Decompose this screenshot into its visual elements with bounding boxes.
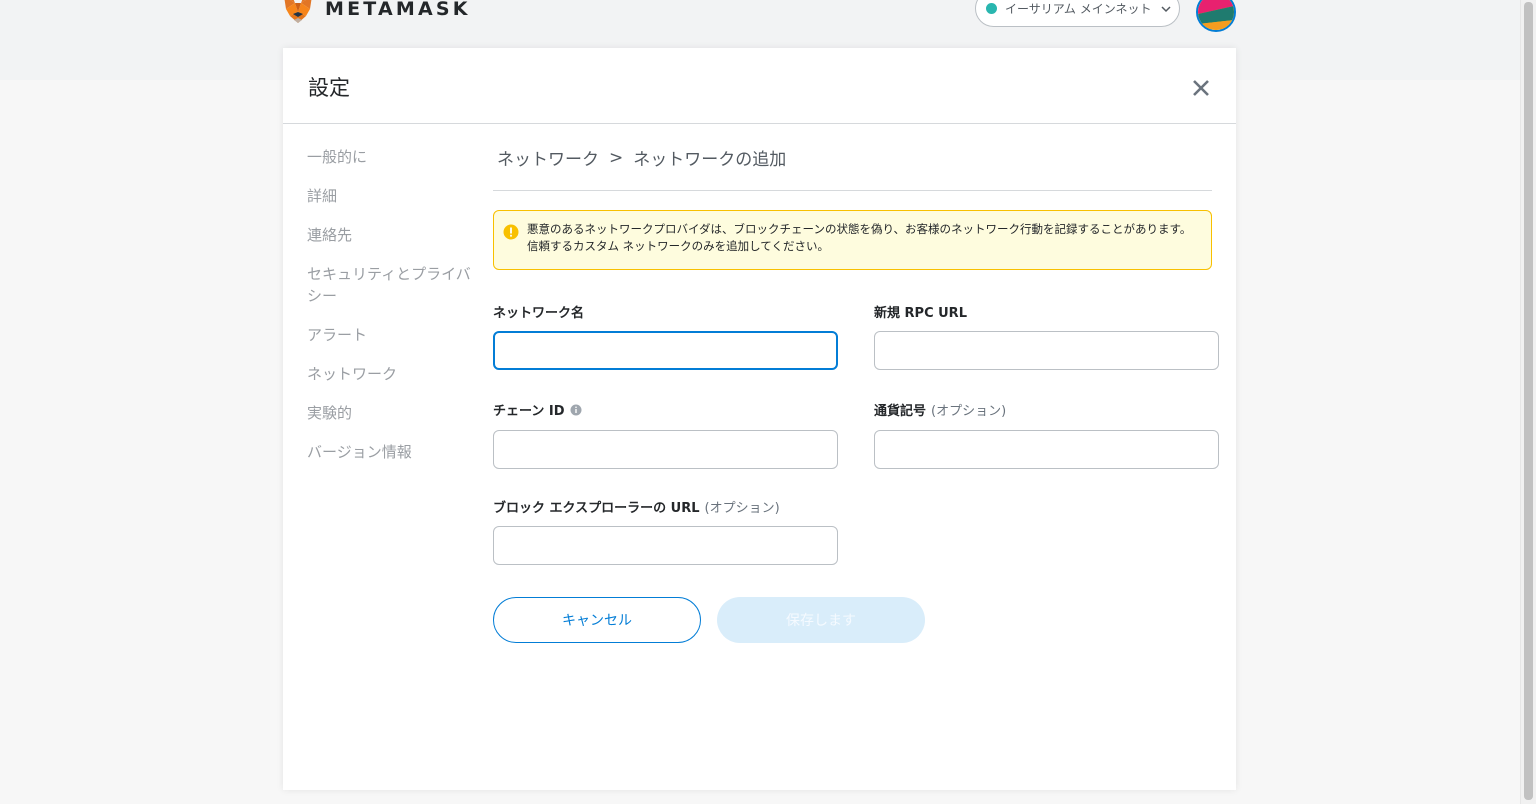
sidebar-item-contacts[interactable]: 連絡先 xyxy=(307,224,482,246)
breadcrumb-parent[interactable]: ネットワーク xyxy=(497,145,599,170)
rpc-url-input[interactable] xyxy=(874,331,1219,370)
warning-icon xyxy=(503,224,519,240)
explorer-url-input[interactable] xyxy=(493,526,838,565)
rpc-url-label: 新規 RPC URL xyxy=(874,302,967,321)
close-icon[interactable] xyxy=(1189,76,1213,100)
page-scrollbar[interactable] xyxy=(1520,0,1536,804)
network-name: イーサリアム メインネット xyxy=(1005,2,1152,16)
scrollbar-thumb[interactable] xyxy=(1524,2,1533,800)
settings-header: 設定 xyxy=(283,48,1236,124)
explorer-url-label-text: ブロック エクスプローラーの URL xyxy=(493,501,700,516)
sidebar-item-networks[interactable]: ネットワーク xyxy=(307,363,482,385)
network-name-input[interactable] xyxy=(493,331,838,370)
chain-id-label-text: チェーン ID xyxy=(493,404,565,419)
network-status-dot xyxy=(986,3,997,14)
info-icon[interactable] xyxy=(570,404,582,416)
identicon-icon xyxy=(1198,0,1234,30)
explorer-url-label: ブロック エクスプローラーの URL (オプション) xyxy=(493,497,780,516)
metamask-fox-icon xyxy=(284,0,312,23)
sidebar-item-about[interactable]: バージョン情報 xyxy=(307,441,482,463)
network-name-label: ネットワーク名 xyxy=(493,302,584,321)
currency-symbol-label-text: 通貨記号 xyxy=(874,404,927,419)
optional-tag: (オプション) xyxy=(704,501,780,516)
breadcrumb-separator: > xyxy=(609,147,624,168)
breadcrumb-current: ネットワークの追加 xyxy=(633,150,787,170)
settings-sidebar: 一般的に 詳細 連絡先 セキュリティとプライバシー アラート ネットワーク 実験… xyxy=(307,146,482,480)
warning-text: 悪意のあるネットワークプロバイダは、ブロックチェーンの状態を偽り、お客様のネット… xyxy=(527,222,1192,253)
optional-tag: (オプション) xyxy=(931,404,1007,419)
page-title: 設定 xyxy=(308,76,350,100)
chain-id-input[interactable] xyxy=(493,430,838,469)
metamask-logo[interactable]: METAMASK xyxy=(281,0,471,26)
security-warning-banner: 悪意のあるネットワークプロバイダは、ブロックチェーンの状態を偽り、お客様のネット… xyxy=(493,210,1212,270)
sidebar-item-general[interactable]: 一般的に xyxy=(307,146,482,168)
chain-id-label: チェーン ID xyxy=(493,400,582,419)
breadcrumb: ネットワーク > ネットワークの追加 xyxy=(497,145,787,171)
cancel-button[interactable]: キャンセル xyxy=(493,597,701,643)
rpc-url-label-text: 新規 RPC URL xyxy=(874,306,967,321)
sidebar-item-alerts[interactable]: アラート xyxy=(307,324,482,346)
header-divider xyxy=(493,190,1212,191)
network-name-label-text: ネットワーク名 xyxy=(493,306,585,321)
currency-symbol-input[interactable] xyxy=(874,430,1219,469)
save-button[interactable]: 保存します xyxy=(717,597,925,643)
metamask-wordmark: METAMASK xyxy=(325,0,471,20)
currency-symbol-label: 通貨記号 (オプション) xyxy=(874,400,1006,419)
sidebar-item-security-privacy[interactable]: セキュリティとプライバシー xyxy=(307,263,482,307)
network-selector[interactable]: イーサリアム メインネット xyxy=(975,0,1180,27)
sidebar-item-advanced[interactable]: 詳細 xyxy=(307,185,482,207)
chevron-down-icon xyxy=(1160,5,1171,12)
sidebar-item-experimental[interactable]: 実験的 xyxy=(307,402,482,424)
settings-panel: 設定 一般的に 詳細 連絡先 セキュリティとプライバシー アラート ネットワーク… xyxy=(283,48,1236,790)
